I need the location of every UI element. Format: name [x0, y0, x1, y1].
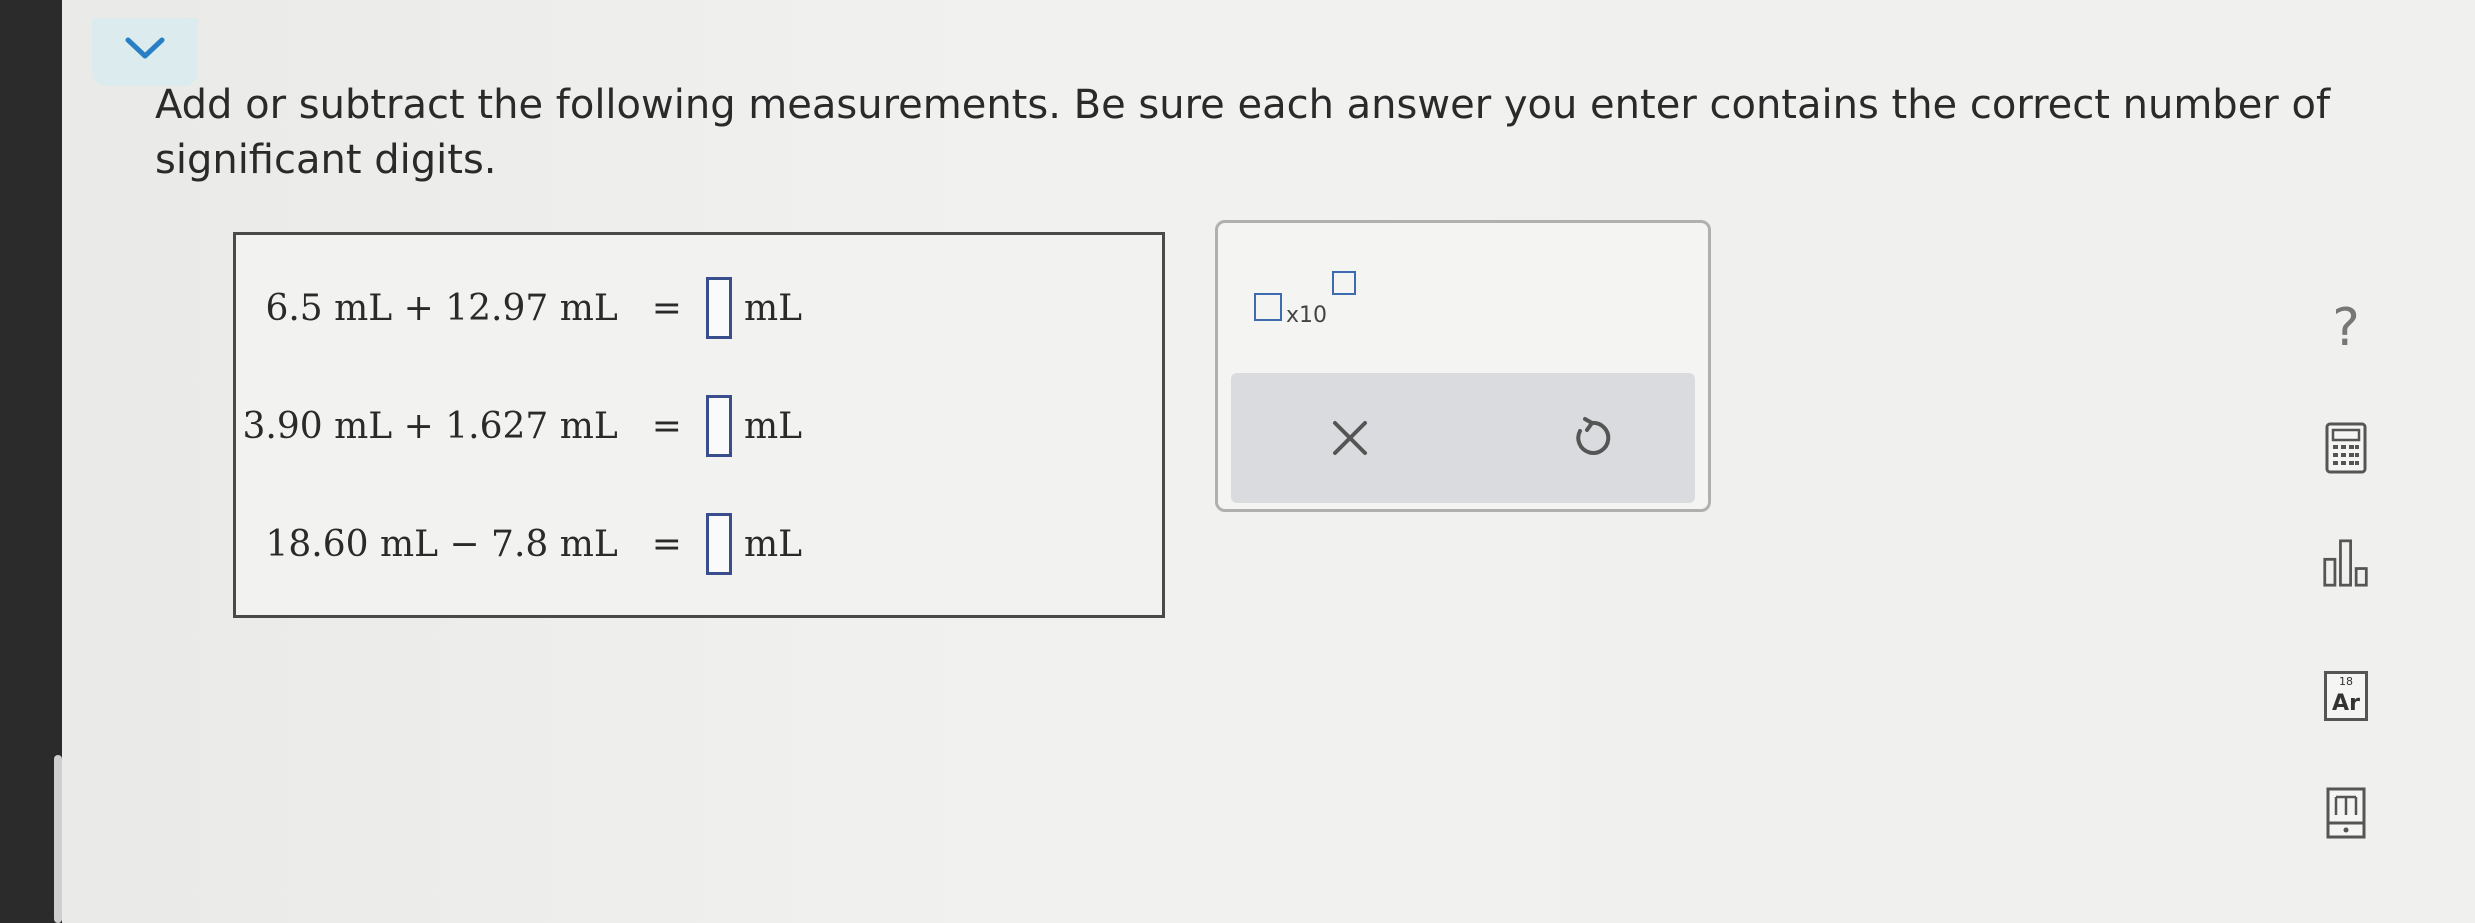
undo-button[interactable] — [1565, 411, 1619, 465]
periodic-table-icon: 18 Ar — [2324, 671, 2368, 721]
scrollbar-thumb[interactable] — [54, 755, 62, 923]
bar-chart-icon — [2323, 539, 2368, 587]
page: Add or subtract the following measuremen… — [0, 0, 2475, 923]
collapse-toggle[interactable] — [92, 18, 198, 86]
equals-sign: = — [651, 405, 682, 447]
equation-lhs: 6.5 mL + 12.97 mL — [265, 287, 618, 329]
help-button[interactable]: ? — [2322, 300, 2370, 356]
element-symbol: Ar — [2332, 691, 2360, 716]
clear-button[interactable] — [1323, 411, 1377, 465]
question-prompt: Add or subtract the following measuremen… — [155, 82, 2331, 183]
periodic-table-button[interactable]: 18 Ar — [2322, 668, 2370, 724]
equation-lhs: 3.90 mL + 1.627 mL — [242, 405, 618, 447]
unit-label: mL — [743, 523, 802, 565]
exponent-placeholder — [1332, 271, 1356, 295]
calculator-icon — [2325, 422, 2367, 474]
x-icon — [1333, 421, 1367, 455]
unit-label: mL — [743, 287, 802, 329]
equation-lhs: 18.60 mL − 7.8 mL — [265, 523, 618, 565]
equals-sign: = — [651, 287, 682, 329]
data-button[interactable] — [2322, 535, 2370, 591]
tool-actions-bar — [1231, 373, 1695, 503]
book-icon — [2326, 787, 2366, 839]
equation-row-1: 6.5 mL + 12.97 mL = mL — [265, 273, 802, 343]
x10-label: x10 — [1286, 303, 1328, 328]
answer-input-1[interactable] — [705, 277, 732, 339]
base-placeholder — [1254, 293, 1282, 321]
answer-tools-panel: x10 — [1215, 220, 1711, 512]
screen-bezel — [0, 0, 62, 923]
equals-sign: = — [651, 523, 682, 565]
question-mark-icon: ? — [2332, 298, 2360, 358]
equation-row-2: 3.90 mL + 1.627 mL = mL — [243, 391, 802, 461]
answer-input-3[interactable] — [705, 513, 732, 575]
answer-input-2[interactable] — [705, 395, 732, 457]
equation-row-3: 18.60 mL − 7.8 mL = mL — [265, 509, 802, 579]
scientific-notation-button[interactable]: x10 — [1254, 271, 1364, 331]
reference-button[interactable] — [2322, 785, 2370, 841]
atomic-number: 18 — [2339, 675, 2353, 688]
undo-icon — [1576, 417, 1611, 455]
calculator-button[interactable] — [2322, 420, 2370, 476]
unit-label: mL — [743, 405, 802, 447]
equation-panel: 6.5 mL + 12.97 mL = mL 3.90 mL + 1.627 m… — [233, 232, 1165, 618]
chevron-down-icon — [125, 37, 165, 59]
